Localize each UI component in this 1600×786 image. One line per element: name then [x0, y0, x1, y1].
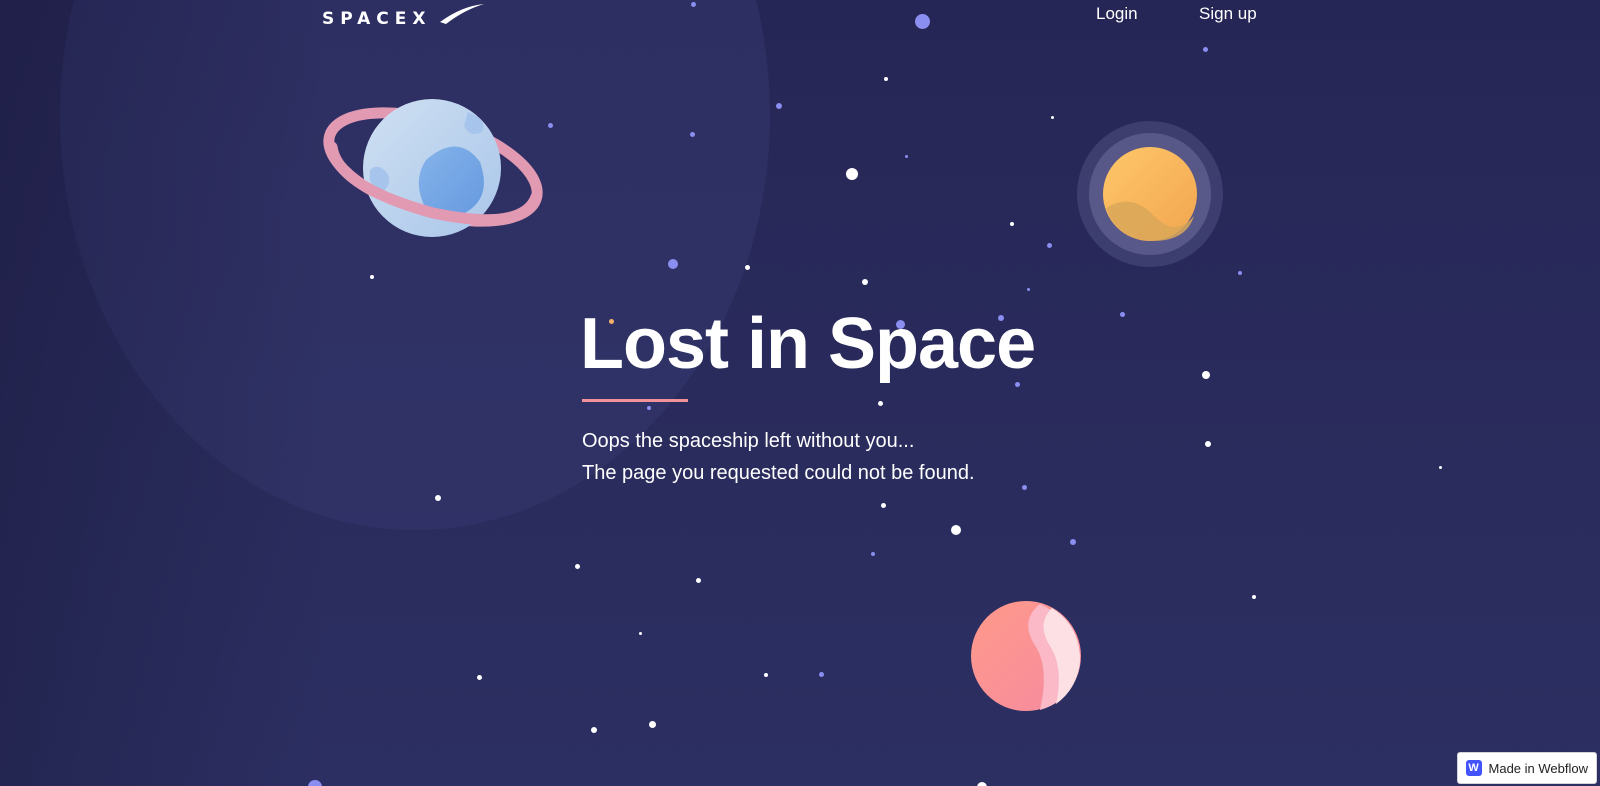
- star: [696, 578, 701, 583]
- title-underline: [582, 399, 688, 402]
- star: [477, 675, 482, 680]
- star: [1205, 441, 1211, 447]
- star: [1051, 116, 1054, 119]
- background-shade: [0, 0, 330, 786]
- made-in-webflow-badge[interactable]: W Made in Webflow: [1456, 752, 1597, 784]
- star: [819, 672, 824, 677]
- signup-link[interactable]: Sign up: [1199, 4, 1257, 24]
- message-line-1: Oops the spaceship left without you...: [582, 430, 915, 452]
- svg-text:SPACEX: SPACEX: [322, 9, 432, 28]
- badge-label: Made in Webflow: [1488, 760, 1588, 776]
- pink-planet-icon: [971, 601, 1081, 711]
- star: [871, 552, 875, 556]
- star: [370, 275, 374, 279]
- star: [1202, 371, 1210, 379]
- page-title: Lost in Space: [580, 304, 1036, 384]
- webflow-logo-icon: W: [1465, 760, 1482, 776]
- star: [668, 259, 678, 269]
- star: [776, 103, 782, 109]
- message-line-2: The page you requested could not be foun…: [582, 462, 975, 484]
- star: [591, 727, 597, 733]
- star: [690, 132, 695, 137]
- sun-planet-icon: [1077, 121, 1223, 267]
- star: [951, 525, 961, 535]
- star: [846, 168, 858, 180]
- star: [1203, 47, 1208, 52]
- star: [1439, 466, 1442, 469]
- star: [647, 406, 651, 410]
- star: [649, 721, 656, 728]
- spacex-logo[interactable]: SPACEX: [322, 2, 484, 28]
- star: [884, 77, 888, 81]
- star: [1120, 312, 1125, 317]
- star: [575, 564, 580, 569]
- star: [878, 401, 883, 406]
- star: [691, 2, 696, 7]
- star: [548, 123, 553, 128]
- ringed-planet-icon: [323, 99, 543, 237]
- star: [745, 265, 750, 270]
- star: [764, 673, 768, 677]
- star: [1022, 485, 1027, 490]
- star: [1238, 271, 1242, 275]
- star: [915, 14, 930, 29]
- star: [1010, 222, 1014, 226]
- star: [905, 155, 908, 158]
- star: [977, 782, 987, 786]
- star: [435, 495, 441, 501]
- star: [1070, 539, 1076, 545]
- star: [862, 279, 868, 285]
- star: [1047, 243, 1052, 248]
- star: [639, 632, 642, 635]
- star: [1027, 288, 1030, 291]
- login-link[interactable]: Login: [1096, 4, 1138, 24]
- star: [1252, 595, 1256, 599]
- star: [881, 503, 886, 508]
